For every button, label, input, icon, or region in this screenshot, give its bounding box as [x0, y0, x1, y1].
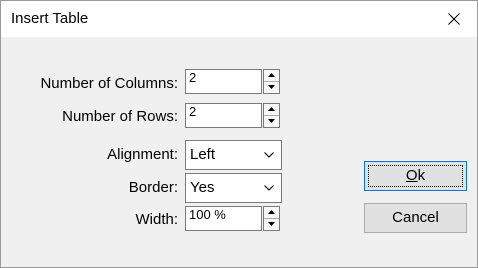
rows-spin-down-button[interactable]	[264, 116, 279, 127]
rows-label: Number of Rows:	[62, 108, 178, 125]
cancel-button[interactable]: Cancel	[364, 203, 467, 233]
title-bar: Insert Table	[1, 1, 477, 37]
arrow-up-icon	[268, 73, 275, 77]
width-spin-up-button[interactable]	[264, 207, 279, 219]
arrow-down-icon	[268, 85, 275, 89]
columns-spinner	[263, 69, 280, 94]
width-spinner	[263, 206, 280, 231]
columns-label: Number of Columns:	[40, 75, 178, 92]
chevron-down-icon	[264, 185, 274, 191]
columns-spin-down-button[interactable]	[264, 82, 279, 93]
ok-button[interactable]: Ok	[364, 161, 467, 191]
columns-input[interactable]: 2	[185, 69, 262, 94]
border-value: Yes	[190, 179, 215, 196]
rows-input[interactable]: 2	[185, 103, 262, 128]
width-input[interactable]: 100 %	[185, 206, 262, 231]
arrow-down-icon	[268, 222, 275, 226]
arrow-up-icon	[268, 210, 275, 214]
dialog-title: Insert Table	[11, 10, 89, 27]
arrow-down-icon	[268, 119, 275, 123]
width-label: Width:	[135, 211, 178, 228]
border-label: Border:	[128, 179, 178, 196]
focus-rectangle	[368, 165, 463, 187]
insert-table-dialog: Insert Table Number of Columns: 2 Number…	[0, 0, 478, 268]
alignment-value: Left	[190, 146, 216, 163]
rows-spinner	[263, 103, 280, 128]
width-spin-down-button[interactable]	[264, 219, 279, 230]
arrow-up-icon	[268, 107, 275, 111]
columns-spin-up-button[interactable]	[264, 70, 279, 82]
alignment-select[interactable]: Left	[185, 140, 282, 170]
alignment-label: Alignment:	[107, 146, 178, 163]
rows-spin-up-button[interactable]	[264, 104, 279, 116]
border-select[interactable]: Yes	[185, 173, 282, 203]
chevron-down-icon	[264, 152, 274, 158]
close-button[interactable]	[431, 1, 477, 37]
close-icon	[448, 13, 460, 25]
